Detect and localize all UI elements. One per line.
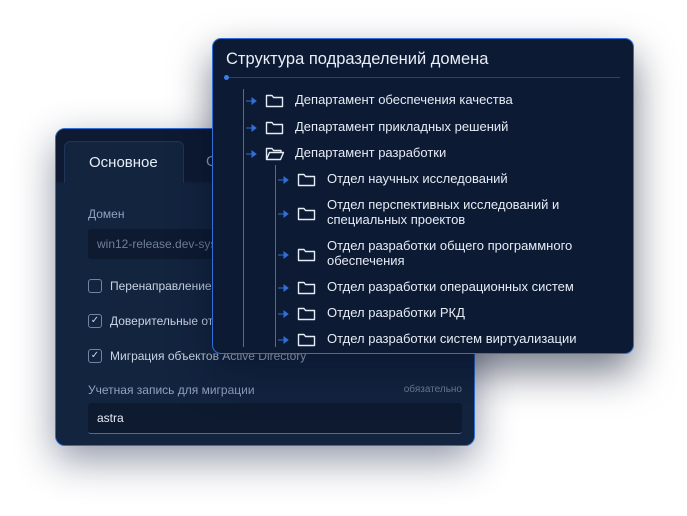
- domain-structure-window: Структура подразделений домена Департаме…: [212, 38, 634, 354]
- tab-main[interactable]: Основное: [64, 141, 184, 184]
- tree-item[interactable]: Отдел перспективных исследований и специа…: [213, 197, 613, 229]
- folder-icon: [265, 121, 284, 135]
- folder-icon: [297, 173, 316, 187]
- account-input[interactable]: astra: [88, 403, 462, 434]
- folder-icon: [297, 281, 316, 295]
- tree-item[interactable]: Отдел разработки общего программного обес…: [213, 238, 613, 270]
- checkbox-icon[interactable]: ✓: [88, 314, 102, 328]
- tree-item[interactable]: Отдел научных исследований: [213, 170, 613, 188]
- tree-item[interactable]: Отдел разработки операционных систем: [213, 278, 613, 296]
- account-label: Учетная запись для миграции: [88, 383, 255, 397]
- tree-item-label: Департамент обеспечения качества: [295, 92, 513, 107]
- arrow-right-icon: [278, 251, 289, 259]
- redirect-label: Перенаправление: [110, 279, 212, 293]
- tree-item-label: Департамент прикладных решений: [295, 119, 509, 134]
- tab-main-label: Основное: [89, 154, 158, 171]
- arrow-right-icon: [278, 310, 289, 318]
- window-title: Структура подразделений домена: [226, 50, 489, 68]
- tree-item[interactable]: Департамент обеспечения качества: [213, 91, 613, 109]
- trust-label: Доверительные от: [110, 314, 214, 328]
- folder-icon: [297, 207, 316, 221]
- tree-item-label: Отдел разработки систем виртуализации: [327, 331, 577, 346]
- domain-label: Домен: [88, 207, 125, 221]
- domain-value: win12-release.dev-sys: [97, 237, 217, 251]
- tree-item-label: Отдел перспективных исследований и специа…: [327, 197, 560, 227]
- folder-icon: [297, 307, 316, 321]
- folder-icon: [297, 248, 316, 262]
- tree-item-label: Отдел научных исследований: [327, 171, 508, 186]
- arrow-right-icon: [246, 124, 257, 132]
- tree-item-label: Отдел разработки РКД: [327, 305, 465, 320]
- folder-icon: [265, 94, 284, 108]
- account-value: astra: [97, 411, 124, 425]
- arrow-right-icon: [278, 284, 289, 292]
- title-divider-dot: [224, 75, 229, 80]
- tree-item-label: Департамент разработки: [295, 145, 447, 160]
- tree-item[interactable]: Отдел разработки систем виртуализации: [213, 330, 613, 348]
- arrow-right-icon: [278, 210, 289, 218]
- title-divider: [226, 77, 620, 78]
- arrow-right-icon: [278, 176, 289, 184]
- tree-item-label: Отдел разработки операционных систем: [327, 279, 574, 294]
- checkbox-icon[interactable]: ✓: [88, 349, 102, 363]
- required-hint: обязательно: [403, 384, 462, 395]
- checkbox-icon[interactable]: [88, 279, 102, 293]
- tree-item[interactable]: Департамент прикладных решений: [213, 118, 613, 136]
- tree-item-label: Отдел разработки общего программного обес…: [327, 238, 573, 268]
- arrow-right-icon: [246, 150, 257, 158]
- tree-item[interactable]: Департамент разработки: [213, 144, 613, 162]
- arrow-right-icon: [246, 97, 257, 105]
- tree-item[interactable]: Отдел разработки РКД: [213, 304, 613, 322]
- folder-open-icon: [265, 147, 285, 161]
- arrow-right-icon: [278, 336, 289, 344]
- folder-icon: [297, 333, 316, 347]
